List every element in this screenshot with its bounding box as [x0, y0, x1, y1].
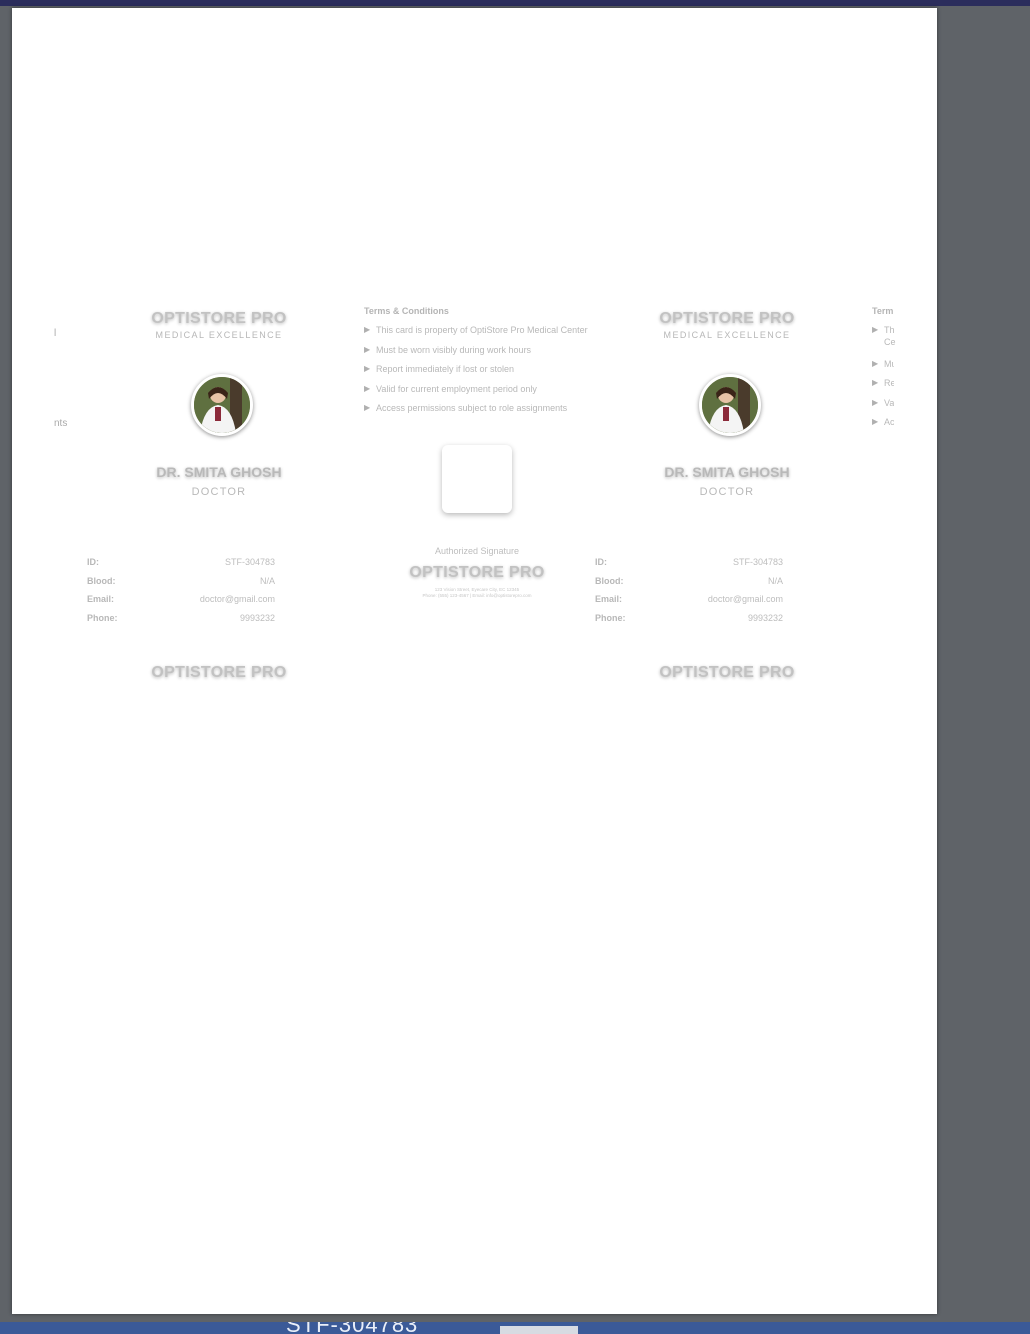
- terms-item: Mu: [872, 358, 894, 370]
- avatar: [191, 374, 253, 436]
- card-info-list: ID: STF-304783 Blood: N/A Email: doctor@gma…: [87, 556, 275, 630]
- signature-label: Authorized Signature: [434, 546, 520, 556]
- field-label: Blood:: [87, 575, 116, 586]
- field-value: N/A: [767, 575, 783, 586]
- bottom-bar: STF-304783: [0, 1322, 1030, 1334]
- person-role: DOCTOR: [699, 486, 755, 498]
- field-value: doctor@gmail.com: [199, 594, 275, 604]
- terms-item: Th Ce: [872, 324, 896, 350]
- field-label: Email:: [595, 594, 623, 604]
- edge-fragment-bottom: nts: [54, 418, 68, 429]
- card-tagline: MEDICAL EXCELLENCE: [155, 330, 283, 340]
- field-value: doctor@gmail.com: [707, 594, 783, 604]
- id-card-back-fragment: Term Th Ce Mu Re Va Ac: [872, 306, 932, 436]
- avatar: [699, 374, 761, 436]
- info-row: Phone: 9993232: [595, 612, 783, 631]
- signature-box: [442, 445, 512, 513]
- card-tagline: MEDICAL EXCELLENCE: [663, 330, 791, 340]
- info-row: Blood: N/A: [595, 575, 783, 594]
- terms-list: Th Ce Mu Re Va Ac: [872, 324, 932, 428]
- id-card-back: Terms & Conditions This card is property…: [364, 306, 590, 598]
- terms-title: Term: [872, 306, 894, 316]
- field-value: N/A: [259, 575, 275, 586]
- terms-list: This card is property of OptiStore Pro M…: [364, 324, 590, 414]
- field-value: 9993232: [239, 612, 275, 623]
- info-row: Email: doctor@gmail.com: [87, 593, 275, 612]
- field-label: ID:: [87, 557, 99, 567]
- info-row: Email: doctor@gmail.com: [595, 593, 783, 612]
- edge-fragment-top: l: [54, 328, 57, 339]
- field-label: Phone:: [87, 612, 118, 623]
- terms-item: Re: [872, 377, 894, 389]
- bottom-bar-text: STF-304783: [286, 1322, 418, 1334]
- person-role: DOCTOR: [191, 486, 247, 498]
- terms-item: Valid for current employment period only: [364, 383, 590, 395]
- field-label: ID:: [595, 557, 607, 567]
- card-org-name: OPTISTORE PRO: [151, 310, 287, 327]
- card-footer-org: OPTISTORE PRO: [659, 664, 795, 681]
- back-org-name: OPTISTORE PRO: [409, 564, 545, 581]
- doctor-photo-icon: [194, 377, 250, 433]
- info-row: ID: STF-304783: [595, 556, 783, 575]
- field-value: STF-304783: [732, 557, 783, 567]
- info-row: Blood: N/A: [87, 575, 275, 594]
- card-info-list: ID: STF-304783 Blood: N/A Email: doctor@gma…: [595, 556, 783, 630]
- field-value: STF-304783: [224, 557, 275, 567]
- contact-line: Phone: (555) 123-4567 | Email: info@opti…: [422, 593, 532, 598]
- person-name: DR. SMITA GHOSH: [156, 464, 282, 480]
- info-row: ID: STF-304783: [87, 556, 275, 575]
- field-label: Email:: [87, 594, 115, 604]
- back-address: 123 Vision Street, Eyecare City, EC 1234…: [364, 587, 590, 599]
- top-bar: [0, 0, 1030, 6]
- terms-item: Must be worn visibly during work hours: [364, 344, 590, 356]
- field-label: Phone:: [595, 612, 626, 623]
- bottom-bar-block: [500, 1326, 578, 1334]
- info-row: Phone: 9993232: [87, 612, 275, 631]
- terms-title: Terms & Conditions: [364, 306, 449, 316]
- card-org-name: OPTISTORE PRO: [659, 310, 795, 327]
- terms-item: Ac: [872, 416, 894, 428]
- terms-item: Report immediately if lost or stolen: [364, 363, 590, 375]
- doctor-photo-icon: [702, 377, 758, 433]
- terms-item: Va: [872, 397, 894, 409]
- terms-item: Access permissions subject to role assig…: [364, 402, 590, 414]
- id-card-front: OPTISTORE PRO MEDICAL EXCELLENCE DR. SMI…: [87, 310, 324, 681]
- field-value: 9993232: [747, 612, 783, 623]
- card-footer-org: OPTISTORE PRO: [151, 664, 287, 681]
- id-card-front: OPTISTORE PRO MEDICAL EXCELLENCE DR. SMI…: [595, 310, 832, 681]
- print-page: l nts OPTISTORE PRO MEDICAL EXCELLENCE D…: [12, 8, 937, 1314]
- terms-item: This card is property of OptiStore Pro M…: [364, 324, 590, 336]
- field-label: Blood:: [595, 575, 624, 586]
- person-name: DR. SMITA GHOSH: [664, 464, 790, 480]
